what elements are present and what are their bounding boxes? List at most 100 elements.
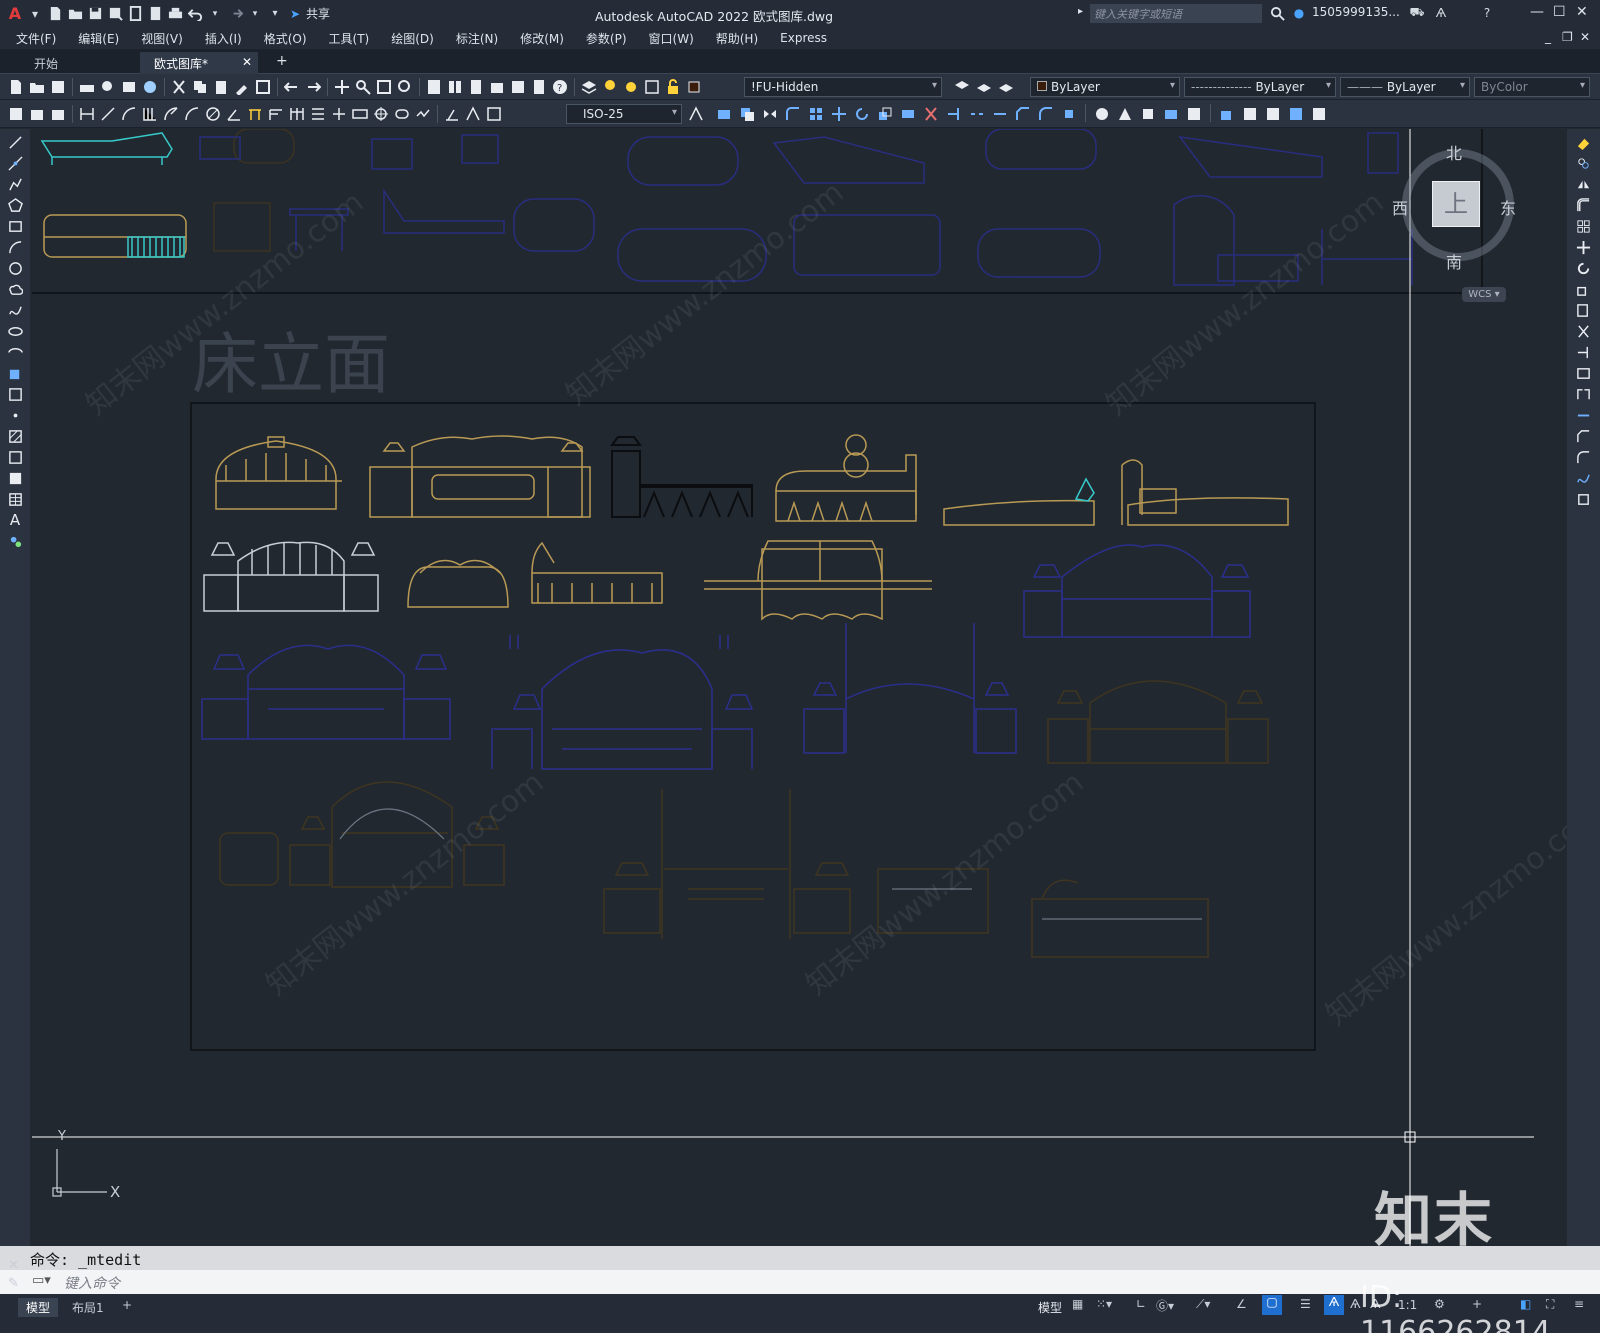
color-dropdown[interactable]: ByLayer ▾ (1030, 77, 1180, 97)
chamfer-side-icon[interactable] (1575, 427, 1593, 445)
design-center-icon[interactable] (445, 77, 465, 97)
redo-toolbar-icon[interactable] (303, 77, 323, 97)
image-icon[interactable] (1309, 104, 1329, 124)
app-menu-chevron-icon[interactable]: ▾ (26, 5, 44, 23)
pan-icon[interactable] (332, 77, 352, 97)
jogged-linear-icon[interactable] (413, 104, 433, 124)
dim-style-manager-icon[interactable] (686, 104, 706, 124)
mirror-icon[interactable] (760, 104, 780, 124)
line-icon[interactable] (6, 133, 24, 151)
new-file-icon[interactable] (46, 5, 64, 23)
menu-help[interactable]: 帮助(H) (716, 30, 758, 47)
visual-style-icon[interactable] (1184, 104, 1204, 124)
point-icon[interactable] (6, 406, 24, 424)
join-icon[interactable] (990, 104, 1010, 124)
mirror-side-icon[interactable] (1575, 175, 1593, 193)
table-icon[interactable] (6, 490, 24, 508)
stretch-icon[interactable] (898, 104, 918, 124)
undo-toolbar-icon[interactable] (282, 77, 302, 97)
user-name[interactable]: 1505999135... (1312, 5, 1400, 19)
dim-space-icon[interactable] (308, 104, 328, 124)
dim-update-icon[interactable] (484, 104, 504, 124)
camera-icon[interactable] (1161, 104, 1181, 124)
open-icon[interactable] (27, 77, 47, 97)
search-icon[interactable] (1268, 4, 1286, 22)
sheet-set-icon[interactable] (487, 77, 507, 97)
join-side-icon[interactable] (1575, 406, 1593, 424)
scale-side-icon[interactable] (1575, 280, 1593, 298)
search-input[interactable]: 键入关键字或短语 (1090, 4, 1262, 23)
doc-close-button[interactable]: ✕ (1580, 30, 1590, 44)
menu-express[interactable]: Express (780, 31, 827, 45)
rectangle-icon[interactable] (6, 217, 24, 235)
wcs-menu[interactable]: WCS ▾ (1462, 287, 1506, 302)
dim-break-icon[interactable] (329, 104, 349, 124)
viewcube-north[interactable]: 北 (1446, 140, 1462, 164)
doc-minimize-button[interactable]: _ (1545, 30, 1551, 44)
layer-match-icon[interactable] (974, 77, 994, 97)
menu-dimension[interactable]: 标注(N) (456, 30, 498, 47)
layer-lock-icon[interactable] (663, 77, 683, 97)
construction-line-icon[interactable] (6, 154, 24, 172)
grid-icon[interactable]: ▦ (1072, 1297, 1083, 1311)
center-mark-icon[interactable] (371, 104, 391, 124)
spline-icon[interactable] (6, 301, 24, 319)
zoom-realtime-icon[interactable] (353, 77, 373, 97)
command-close-icon[interactable]: ✕ (8, 1258, 19, 1273)
command-recent-icon[interactable]: ▭▾ (32, 1273, 51, 1288)
copy-icon[interactable] (190, 77, 210, 97)
move-side-icon[interactable] (1575, 238, 1593, 256)
draw-order-icon[interactable] (6, 104, 26, 124)
share-label[interactable]: 共享 (306, 5, 330, 22)
print-icon[interactable] (77, 77, 97, 97)
qnew-icon[interactable] (6, 77, 26, 97)
array-side-icon[interactable] (1575, 217, 1593, 235)
revcloud-icon[interactable] (6, 280, 24, 298)
ellipse-icon[interactable] (6, 322, 24, 340)
aligned-dim-icon[interactable] (98, 104, 118, 124)
viewcube-west[interactable]: 西 (1392, 195, 1408, 219)
plot-icon[interactable] (166, 5, 184, 23)
viewcube-top-face[interactable]: 上 (1432, 181, 1480, 227)
arc-length-icon[interactable] (119, 104, 139, 124)
trim-side-icon[interactable] (1575, 322, 1593, 340)
polar-icon[interactable]: Ⓖ▾ (1156, 1297, 1174, 1314)
fillet-icon[interactable] (1036, 104, 1056, 124)
insert-block-icon[interactable] (1217, 104, 1237, 124)
isodraft-icon[interactable]: ⟋▾ (1196, 1297, 1210, 1312)
close-button[interactable]: ✕ (1576, 4, 1588, 20)
tab-start[interactable]: 开始 (20, 52, 72, 74)
new-tab-icon[interactable]: + (276, 53, 288, 69)
scale-icon[interactable] (875, 104, 895, 124)
dim-edit-icon[interactable] (442, 104, 462, 124)
markup-icon[interactable] (508, 77, 528, 97)
layout-tab-model[interactable]: 模型 (18, 1298, 59, 1317)
dim-text-edit-icon[interactable] (463, 104, 483, 124)
web-mobile-save-icon[interactable] (146, 5, 164, 23)
attach-icon[interactable] (1263, 104, 1283, 124)
zoom-previous-icon[interactable] (395, 77, 415, 97)
blend-side-icon[interactable] (1575, 469, 1593, 487)
osnap-icon[interactable]: ▢ (1262, 1295, 1282, 1315)
menu-draw[interactable]: 绘图(D) (391, 30, 434, 47)
cut-icon[interactable] (169, 77, 189, 97)
menu-view[interactable]: 视图(V) (141, 30, 183, 47)
menu-tools[interactable]: 工具(T) (329, 30, 370, 47)
zoom-window-icon[interactable] (374, 77, 394, 97)
create-block-icon[interactable] (1240, 104, 1260, 124)
properties-icon[interactable] (424, 77, 444, 97)
explode-side-icon[interactable] (1575, 490, 1593, 508)
trim-icon[interactable] (921, 104, 941, 124)
dimstyle-dropdown[interactable]: ISO-25 ▾ (566, 104, 682, 124)
drawing-svg[interactable]: 床立面 X Y (32, 129, 1567, 1246)
osnap-tracking-icon[interactable]: ∠ (1236, 1297, 1247, 1311)
ordinate-dim-icon[interactable] (140, 104, 160, 124)
viewcube-south[interactable]: 南 (1446, 249, 1462, 273)
undo-dropdown-icon[interactable]: ▾ (206, 5, 224, 23)
offset-side-icon[interactable] (1575, 196, 1593, 214)
break-side-icon[interactable] (1575, 385, 1593, 403)
command-customize-icon[interactable]: ✎ (8, 1276, 19, 1291)
redo-dropdown-icon[interactable]: ▾ (246, 5, 264, 23)
menu-parametric[interactable]: 参数(P) (586, 30, 627, 47)
jogged-dim-icon[interactable] (182, 104, 202, 124)
